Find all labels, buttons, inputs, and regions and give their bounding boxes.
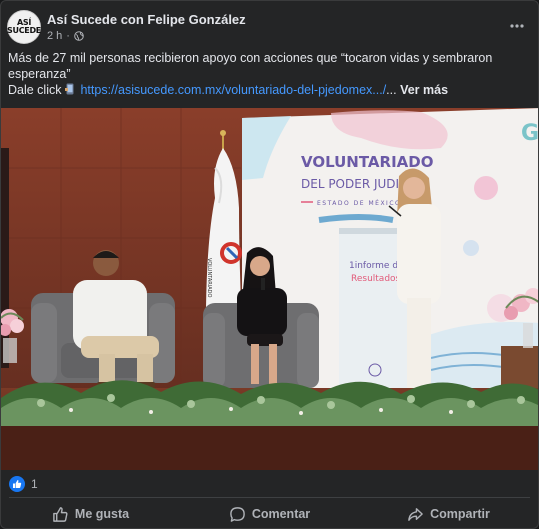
post-ellipsis: ... xyxy=(386,83,397,97)
meta-separator: · xyxy=(66,30,70,42)
share-label: Compartir xyxy=(430,507,490,521)
page-avatar[interactable]: ASÍ SUCEDE xyxy=(7,10,41,44)
avatar-text-line2: SUCEDE xyxy=(7,26,41,35)
like-label: Me gusta xyxy=(74,507,130,521)
comment-label: Comentar xyxy=(251,507,311,521)
post-time[interactable]: 2 h xyxy=(47,30,62,42)
see-more-link[interactable]: Ver más xyxy=(400,83,448,97)
like-reaction-icon xyxy=(9,476,25,492)
podium-text-2: Resultados xyxy=(351,274,401,284)
like-button[interactable]: Me gusta xyxy=(1,500,180,528)
thumbs-up-icon xyxy=(53,506,68,522)
post-actions: Me gusta Comentar Compartir xyxy=(1,500,538,528)
photo-scene: G VOLUNTARIADO DEL PODER JUDICIAL ESTADO… xyxy=(1,108,539,470)
post-text-click: Dale click xyxy=(8,83,62,97)
post-meta: 2 h · xyxy=(47,30,84,42)
svg-text:G: G xyxy=(521,121,539,146)
reactions-summary[interactable]: 1 xyxy=(9,476,38,492)
facebook-post: ASÍ SUCEDE Así Sucede con Felipe Gonzále… xyxy=(0,0,539,529)
page-name[interactable]: Así Sucede con Felipe González xyxy=(47,12,246,27)
post-header: ASÍ SUCEDE Así Sucede con Felipe Gonzále… xyxy=(1,1,538,51)
comment-button[interactable]: Comentar xyxy=(180,500,359,528)
phone-icon xyxy=(64,83,74,95)
post-text-main: Más de 27 mil personas recibieron apoyo … xyxy=(8,51,493,81)
stage-front xyxy=(1,426,538,470)
post-link[interactable]: https://asisucede.com.mx/voluntariado-de… xyxy=(80,83,386,97)
share-button[interactable]: Compartir xyxy=(359,500,538,528)
flag-text: VOLUNTARIADO xyxy=(206,258,212,298)
actions-divider xyxy=(9,497,530,498)
more-options-icon[interactable] xyxy=(506,15,528,37)
comment-icon xyxy=(230,506,245,522)
reaction-count: 1 xyxy=(31,477,38,491)
post-photo[interactable]: G VOLUNTARIADO DEL PODER JUDICIAL ESTADO… xyxy=(1,108,539,470)
banner-state: ESTADO DE MÉXICO xyxy=(317,199,401,207)
podium-text-1: 1informe de xyxy=(349,261,404,271)
post-text: Más de 27 mil personas recibieron apoyo … xyxy=(8,50,533,98)
share-icon xyxy=(408,507,423,521)
globe-icon[interactable] xyxy=(74,31,84,41)
banner-title: VOLUNTARIADO xyxy=(301,153,433,171)
